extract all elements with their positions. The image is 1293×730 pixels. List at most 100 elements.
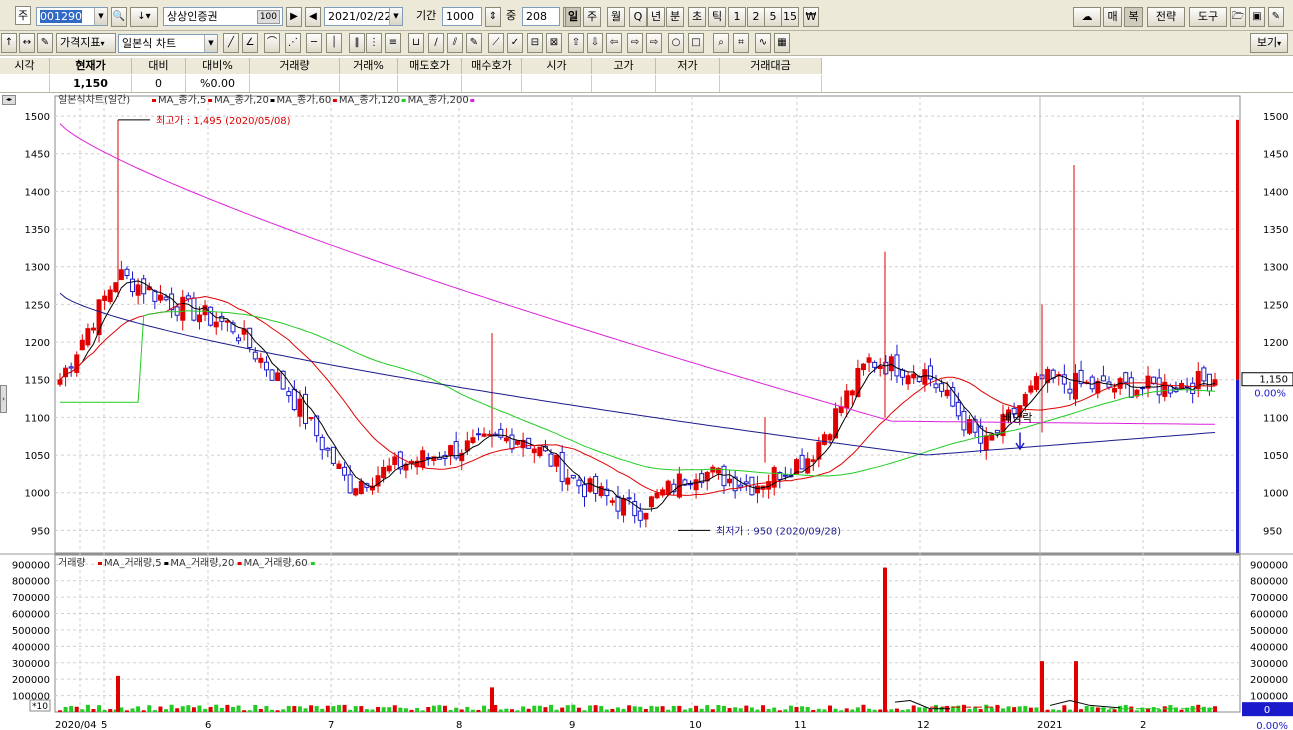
angle-tool-icon[interactable]: ∠ [242,33,258,53]
period-button-11[interactable]: 15 [781,7,799,27]
price-tick-right: 1250 [1263,300,1288,311]
volume-bar [705,705,710,712]
chevron-down-icon[interactable]: ▼ [389,8,402,25]
spin-icon[interactable]: ⇕ [485,7,501,27]
volume-bar [649,705,654,712]
arc-tool-icon[interactable]: ⌒ [264,33,280,53]
volume-tick-left: 200000 [12,675,50,686]
check-tool-icon[interactable]: ✓ [507,33,523,53]
sort-icon[interactable]: ↓▾ [130,7,158,27]
zoom-in-tool-icon[interactable]: ⌕ [713,33,729,53]
volume-bar [576,707,581,712]
volume-bar [911,705,916,712]
settings-icon[interactable]: ✎ [1268,7,1284,27]
line-tool-icon[interactable]: ╱ [223,33,239,53]
channel-tool-icon[interactable]: ⫽ [447,33,463,53]
wave-tool-icon[interactable]: ∿ [755,33,771,53]
down-tool-icon[interactable]: ⇩ [587,33,603,53]
chevron-down-icon[interactable]: ▼ [204,35,217,52]
count-input[interactable]: 208 [522,7,560,26]
arrow-left-right-icon[interactable]: ↔ [19,33,35,53]
stock-name-field[interactable]: 상상인증권 100 [163,7,283,26]
volume-bar [364,709,369,712]
volume-bar [805,706,810,712]
volume-tick-left: 900000 [12,560,50,571]
date-input[interactable]: 2021/02/22 ▼ [324,7,403,26]
right-button-2[interactable]: 복 [1124,7,1143,27]
period-button-0[interactable]: 일 [565,7,581,27]
period-button-12[interactable]: ₩ [803,7,819,27]
period-button-6[interactable]: 초 [688,7,706,27]
period-button-5[interactable]: 분 [666,7,684,27]
hlines-tool-icon[interactable]: ≡ [385,33,401,53]
dots-tool-icon[interactable]: ⋮ [366,33,382,53]
right-button-1[interactable]: 매 [1103,7,1122,27]
quote-header-4: 거래량 [250,58,340,74]
candle-body [213,321,219,328]
candle-body [342,466,348,476]
price-tick-left: 950 [31,526,50,537]
pencil-tool-icon[interactable]: ✎ [466,33,482,53]
candle-body [994,429,1000,434]
volume-bar [788,705,793,712]
fan-tool-icon[interactable]: ⋰ [285,33,301,53]
chart-area[interactable]: 1500 1500 1450 1450 1400 1400 1350 1350 1300 1300… [0,93,1293,730]
right-tool-icon[interactable]: ⇨ [627,33,643,53]
arrow-up-down-icon[interactable]: ↑ [1,33,17,53]
period-button-10[interactable]: 5 [764,7,782,27]
tools-button[interactable]: 도구 [1189,7,1227,27]
candle-body [1112,388,1118,393]
rect-select-tool-icon[interactable]: ⊟ [527,33,543,53]
trend-tool-icon[interactable]: ∕ [428,33,444,53]
period-button-4[interactable]: 년 [647,7,665,27]
volume-bar [152,710,157,712]
zoom-tool-icon[interactable]: ⊠ [546,33,562,53]
vlines-tool-icon[interactable]: ‖ [349,33,365,53]
panel-nav-icon[interactable]: ◂▸ [2,95,16,105]
volume-bar [381,707,386,712]
circle-tool-icon[interactable]: ○ [668,33,684,53]
volume-bar [1067,709,1072,712]
period-button-9[interactable]: 2 [747,7,765,27]
scroll-handle[interactable]: › [0,385,7,413]
chevron-down-icon[interactable]: ▼ [94,8,107,25]
next-tool-icon[interactable]: ⇨ [646,33,662,53]
up-tool-icon[interactable]: ⇧ [568,33,584,53]
period-button-8[interactable]: 1 [728,7,746,27]
hline-tool-icon[interactable]: ─ [306,33,322,53]
stock-code-input[interactable]: 001290 ▼ [36,7,108,26]
volume-bar [331,706,336,712]
grid-tool-icon[interactable]: ⌗ [733,33,749,53]
period-button-1[interactable]: 주 [583,7,601,27]
volume-bar [839,710,844,712]
period-button-2[interactable]: 월 [607,7,625,27]
price-tick-left: 1300 [25,263,50,274]
cloud-icon[interactable]: ☁ [1073,7,1101,27]
save-icon[interactable]: ▣ [1249,7,1265,27]
period-button-3[interactable]: Q [629,7,647,27]
vline-tool-icon[interactable]: │ [326,33,342,53]
strategy-button[interactable]: 전략 [1147,7,1185,27]
period-button-7[interactable]: 틱 [708,7,726,27]
volume-bar [733,707,738,712]
left-tool-icon[interactable]: ⇦ [606,33,622,53]
folder-open-icon[interactable]: 🗁 [1230,7,1246,27]
volume-bar [716,704,721,712]
play-back-icon[interactable]: ◀ [305,7,321,27]
play-forward-icon[interactable]: ▶ [286,7,302,27]
indicator-button[interactable]: 가격지표▾ [56,33,116,53]
volume-bar [565,705,570,712]
chart-type-select[interactable]: 일본식 차트 ▼ [118,34,218,53]
square-tool-icon[interactable]: □ [688,33,704,53]
search-icon[interactable]: 🔍 [111,7,127,27]
ray-tool-icon[interactable]: ⟋ [488,33,504,53]
volume-bar [426,707,431,712]
cycle-tool-icon[interactable]: ⊔ [408,33,424,53]
view-button[interactable]: 보기▾ [1250,33,1288,53]
edit-icon[interactable]: ✎ [37,33,53,53]
period-input[interactable]: 1000 [442,7,482,26]
table-tool-icon[interactable]: ▦ [774,33,790,53]
volume-bar [604,709,609,712]
volume-unit-label: *10 [32,702,48,712]
volume-bar [560,707,565,712]
